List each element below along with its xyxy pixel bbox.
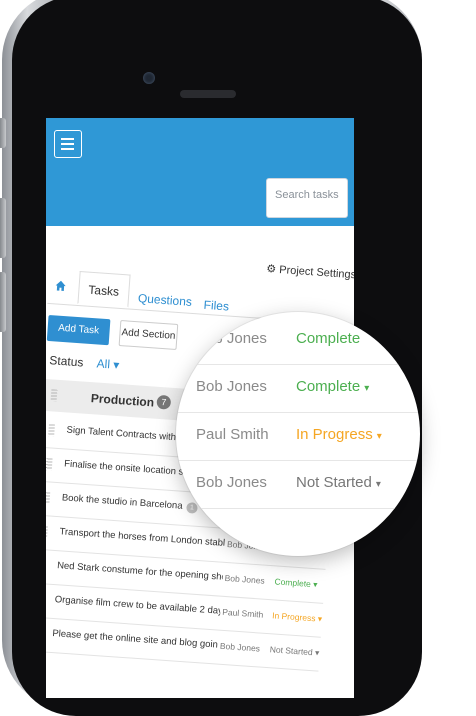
magnified-owner: Bob Jones: [196, 330, 267, 347]
caret-down-icon: ▾: [364, 383, 370, 394]
volume-down-button: [0, 272, 6, 332]
status-filter-select[interactable]: All ▾: [96, 356, 120, 372]
drag-handle-icon[interactable]: [46, 492, 51, 505]
caret-down-icon: ▾: [375, 479, 381, 490]
add-task-button[interactable]: Add Task: [46, 314, 111, 346]
section-title: Production: [90, 391, 155, 410]
drag-handle-icon[interactable]: [50, 389, 58, 402]
task-owner: Paul Smith: [221, 606, 264, 620]
task-name[interactable]: Organise film crew to be available 2 day…: [54, 594, 220, 617]
magnified-row: Bob Jones Complete ▾: [176, 364, 420, 413]
magnified-owner: Paul Smith: [196, 426, 269, 443]
project-settings-label: Project Settings: [278, 263, 354, 282]
front-camera: [143, 72, 155, 84]
add-section-button[interactable]: Add Section: [118, 319, 179, 350]
section-count-badge: 7: [156, 394, 172, 410]
task-owner: Bob Jones: [219, 640, 261, 654]
tab-files[interactable]: Files: [203, 298, 229, 314]
magnified-status-dropdown[interactable]: Complete ▾: [296, 378, 369, 395]
status-dropdown[interactable]: Complete ▾: [274, 576, 318, 590]
magnified-status-dropdown[interactable]: In Progress ▾: [296, 426, 382, 443]
magnified-status-dropdown[interactable]: Not Started ▾: [296, 474, 381, 491]
mute-switch: [0, 118, 6, 148]
status-dropdown[interactable]: Not Started ▾: [269, 644, 319, 658]
volume-up-button: [0, 198, 6, 258]
magnified-row: Bob Jones Complete: [176, 316, 420, 365]
home-icon[interactable]: [54, 279, 67, 292]
earpiece-speaker: [180, 90, 236, 98]
magnifier-lens: Bob Jones Complete Bob Jones Complete ▾ Paul …: [176, 312, 420, 556]
tab-questions[interactable]: Questions: [137, 291, 192, 309]
project-settings-link[interactable]: ⚙ Project Settings: [266, 262, 354, 281]
task-owner: Bob Jones: [224, 572, 266, 586]
tab-tasks[interactable]: Tasks: [77, 271, 131, 308]
status-filter: Status All ▾: [49, 353, 120, 372]
task-name[interactable]: Transport the horses from London stable …: [59, 526, 225, 549]
gear-icon: ⚙: [265, 263, 277, 276]
magnified-row: Paul Smith In Progress ▾: [176, 412, 420, 461]
status-filter-label: Status: [48, 353, 84, 370]
magnified-owner: Bob Jones: [196, 378, 267, 395]
drag-handle-icon[interactable]: [46, 458, 53, 471]
drag-handle-icon[interactable]: [48, 424, 55, 437]
status-dropdown[interactable]: In Progress ▾: [272, 610, 323, 624]
task-name[interactable]: Ned Stark constume for the opening shot: [57, 560, 223, 583]
drag-handle-icon[interactable]: [46, 526, 48, 539]
magnified-status-dropdown[interactable]: Complete: [296, 330, 360, 347]
magnified-row: Bob Jones Not Started ▾: [176, 460, 420, 509]
magnified-owner: Bob Jones: [196, 474, 267, 491]
caret-down-icon: ▾: [376, 431, 382, 442]
task-name[interactable]: Please get the online site and blog goin…: [52, 628, 218, 651]
